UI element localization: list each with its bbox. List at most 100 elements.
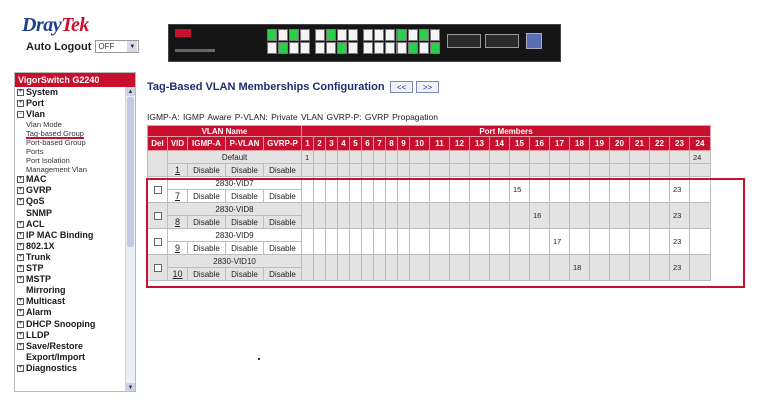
expand-icon[interactable]: + bbox=[17, 100, 24, 108]
port-member-cell[interactable] bbox=[313, 202, 326, 229]
port-member-cell[interactable] bbox=[409, 176, 430, 203]
sidebar-item-8021x[interactable]: +802.1X bbox=[17, 241, 125, 252]
port-member-cell[interactable] bbox=[529, 176, 550, 203]
sidebar-item-mstp[interactable]: + MSTP bbox=[17, 274, 125, 285]
port-member-cell[interactable] bbox=[449, 150, 470, 164]
port-member-cell[interactable] bbox=[397, 163, 410, 177]
vid-link[interactable]: 10 bbox=[167, 267, 188, 281]
port-member-cell[interactable] bbox=[589, 228, 610, 255]
port-member-cell[interactable] bbox=[361, 163, 374, 177]
port-member-cell[interactable] bbox=[489, 202, 510, 229]
port-member-cell[interactable] bbox=[449, 163, 470, 177]
expand-icon[interactable]: + bbox=[17, 220, 24, 228]
port-member-cell[interactable] bbox=[385, 202, 398, 229]
port-member-cell[interactable] bbox=[489, 150, 510, 164]
expand-icon[interactable]: + bbox=[17, 342, 24, 350]
port-member-cell[interactable] bbox=[609, 202, 630, 229]
port-member-cell[interactable] bbox=[325, 202, 338, 229]
port-member-cell[interactable] bbox=[313, 176, 326, 203]
port-member-cell[interactable] bbox=[325, 163, 338, 177]
sidebar-item-diagnostics[interactable]: + Diagnostics bbox=[17, 363, 125, 374]
port-member-cell[interactable] bbox=[589, 176, 610, 203]
port-member-cell[interactable] bbox=[549, 163, 570, 177]
port-member-cell[interactable] bbox=[469, 254, 490, 281]
port-member-cell[interactable] bbox=[449, 176, 470, 203]
sidebar-item-dhcp-snooping[interactable]: + DHCP Snooping bbox=[17, 319, 125, 330]
sidebar-sub-vlan-mode[interactable]: Vlan Mode bbox=[17, 120, 125, 129]
scroll-down-icon[interactable]: ▼ bbox=[126, 383, 135, 391]
collapse-icon[interactable]: − bbox=[17, 111, 24, 119]
port-member-cell[interactable] bbox=[569, 176, 590, 203]
sidebar-scrollbar[interactable]: ▲ ▼ bbox=[125, 87, 135, 391]
port-member-cell[interactable] bbox=[649, 176, 670, 203]
expand-icon[interactable]: + bbox=[17, 198, 24, 206]
sidebar-item-vlan[interactable]: − Vlan bbox=[17, 109, 125, 120]
port-member-cell[interactable] bbox=[349, 176, 362, 203]
port-member-cell[interactable] bbox=[373, 228, 386, 255]
port-member-cell[interactable] bbox=[569, 202, 590, 229]
port-member-cell[interactable] bbox=[469, 176, 490, 203]
port-member-cell[interactable] bbox=[449, 202, 470, 229]
port-member-cell[interactable] bbox=[689, 202, 711, 229]
vid-link[interactable]: 8 bbox=[167, 215, 188, 229]
port-member-cell[interactable] bbox=[629, 163, 650, 177]
port-member-cell[interactable]: 18 bbox=[569, 254, 590, 281]
port-member-cell[interactable] bbox=[529, 254, 550, 281]
port-member-cell[interactable] bbox=[629, 254, 650, 281]
port-member-cell[interactable] bbox=[429, 176, 450, 203]
sidebar-sub-management-vlan[interactable]: Management Vlan bbox=[17, 165, 125, 174]
port-member-cell[interactable] bbox=[301, 163, 314, 177]
port-member-cell[interactable] bbox=[569, 228, 590, 255]
port-member-cell[interactable] bbox=[349, 228, 362, 255]
expand-icon[interactable]: + bbox=[17, 320, 24, 328]
port-member-cell[interactable] bbox=[301, 176, 314, 203]
expand-icon[interactable]: + bbox=[17, 364, 24, 372]
scrollbar-thumb[interactable] bbox=[127, 97, 134, 247]
port-member-cell[interactable] bbox=[509, 150, 530, 164]
port-member-cell[interactable] bbox=[301, 202, 314, 229]
port-member-cell[interactable] bbox=[589, 150, 610, 164]
sidebar-sub-ports[interactable]: Ports bbox=[17, 147, 125, 156]
port-member-cell[interactable] bbox=[549, 176, 570, 203]
port-member-cell[interactable] bbox=[669, 163, 690, 177]
port-member-cell[interactable] bbox=[397, 176, 410, 203]
port-member-cell[interactable] bbox=[409, 150, 430, 164]
port-member-cell[interactable] bbox=[337, 202, 350, 229]
port-member-cell[interactable] bbox=[509, 163, 530, 177]
port-member-cell[interactable] bbox=[385, 176, 398, 203]
delete-checkbox[interactable] bbox=[153, 263, 162, 272]
sidebar-item-trunk[interactable]: + Trunk bbox=[17, 252, 125, 263]
sidebar-item-port[interactable]: + Port bbox=[17, 98, 125, 109]
port-member-cell[interactable] bbox=[409, 228, 430, 255]
port-member-cell[interactable] bbox=[669, 150, 690, 164]
port-member-cell[interactable] bbox=[373, 163, 386, 177]
port-member-cell[interactable] bbox=[469, 150, 490, 164]
expand-icon[interactable]: + bbox=[17, 231, 24, 239]
port-member-cell[interactable] bbox=[509, 254, 530, 281]
port-member-cell[interactable] bbox=[469, 163, 490, 177]
sidebar-item-mirroring[interactable]: Mirroring bbox=[17, 285, 125, 296]
delete-checkbox[interactable] bbox=[153, 185, 162, 194]
port-member-cell[interactable] bbox=[397, 150, 410, 164]
vid-link[interactable]: 1 bbox=[167, 163, 188, 177]
port-member-cell[interactable] bbox=[397, 254, 410, 281]
port-member-cell[interactable] bbox=[409, 163, 430, 177]
sidebar-sub-port-based-group[interactable]: Port-based Group bbox=[17, 138, 125, 147]
port-member-cell[interactable] bbox=[385, 163, 398, 177]
port-member-cell[interactable] bbox=[609, 228, 630, 255]
sidebar-item-stp[interactable]: + STP bbox=[17, 263, 125, 274]
port-member-cell[interactable] bbox=[589, 202, 610, 229]
expand-icon[interactable]: + bbox=[17, 176, 24, 184]
port-member-cell[interactable] bbox=[301, 228, 314, 255]
port-member-cell[interactable] bbox=[569, 163, 590, 177]
expand-icon[interactable]: + bbox=[17, 242, 24, 250]
next-page-button[interactable]: >> bbox=[416, 81, 439, 93]
port-member-cell[interactable]: 16 bbox=[529, 202, 550, 229]
port-member-cell[interactable] bbox=[301, 254, 314, 281]
port-member-cell[interactable] bbox=[569, 150, 590, 164]
port-member-cell[interactable] bbox=[373, 176, 386, 203]
port-member-cell[interactable] bbox=[629, 176, 650, 203]
port-member-cell[interactable] bbox=[397, 202, 410, 229]
port-member-cell[interactable] bbox=[609, 150, 630, 164]
port-member-cell[interactable] bbox=[489, 254, 510, 281]
